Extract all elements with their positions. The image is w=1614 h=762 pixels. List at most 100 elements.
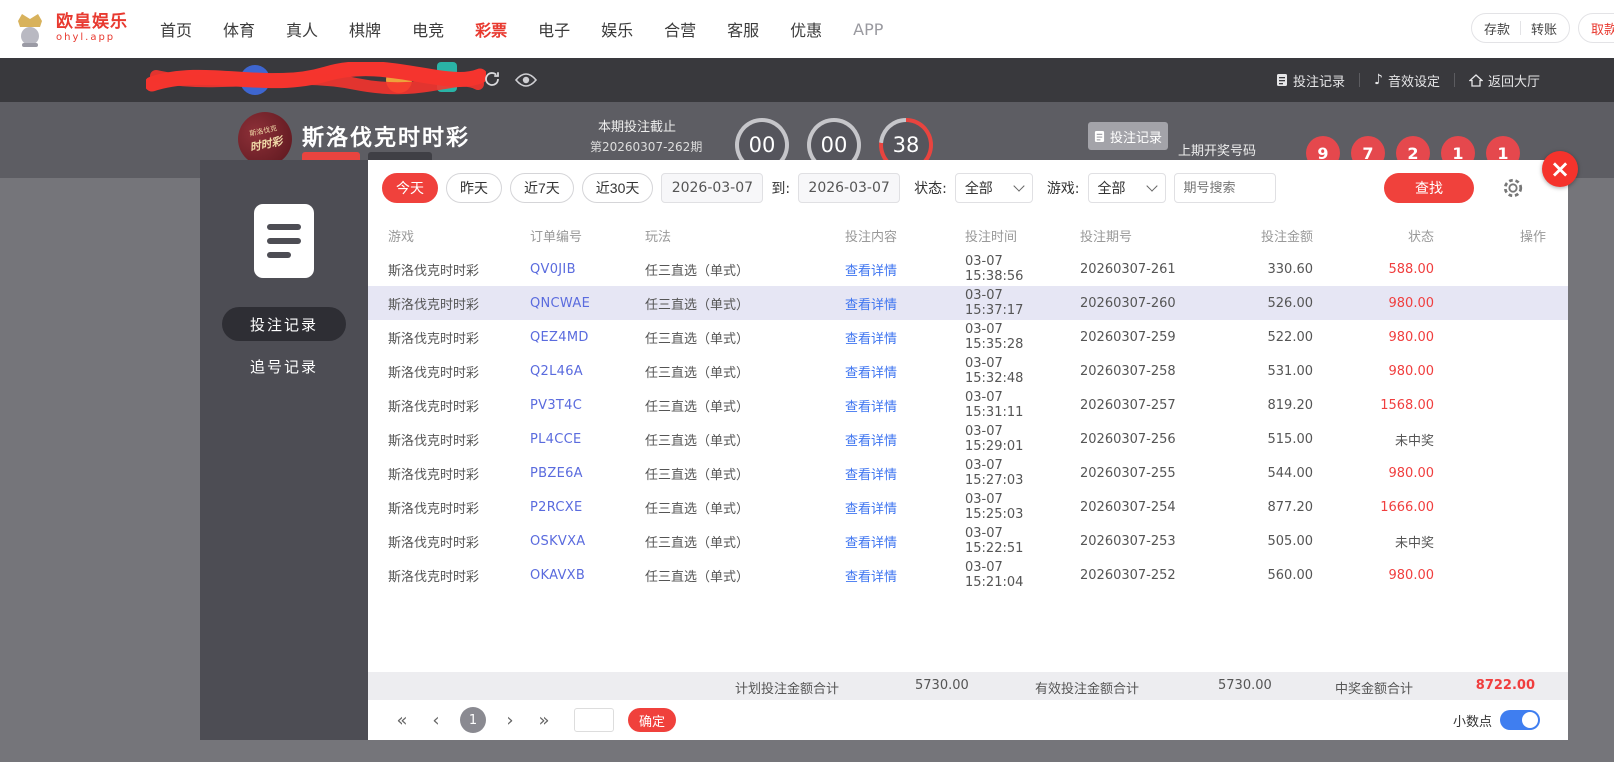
cell-play-type: 任三直选（单式） bbox=[645, 365, 750, 381]
nav-item[interactable]: APP bbox=[853, 20, 883, 39]
modal-main: 今天 昨天 近7天 近30天 到: 状态: 全部 bbox=[368, 160, 1568, 740]
refresh-icon[interactable] bbox=[483, 70, 501, 88]
current-page-badge[interactable]: 1 bbox=[460, 707, 486, 733]
records-table: 游戏 订单编号 玩法 投注内容 投注时间 投注期号 投注金额 状态 操作 斯洛伐… bbox=[368, 218, 1568, 592]
quick-date-chip[interactable]: 近30天 bbox=[581, 173, 654, 203]
cell-status: 980.00 bbox=[1388, 329, 1435, 345]
date-from-input[interactable] bbox=[661, 173, 764, 203]
nav-item[interactable]: 电竞 bbox=[412, 17, 444, 41]
sidebar-item[interactable]: 投注记录 bbox=[222, 307, 346, 341]
search-button[interactable]: 查找 bbox=[1384, 173, 1474, 203]
cell-game: 斯洛伐克时时彩 bbox=[388, 535, 480, 551]
bet-record-button[interactable]: 投注记录 bbox=[1088, 122, 1168, 150]
cell-order-id[interactable]: Q2L46A bbox=[513, 364, 628, 379]
cell-order-id[interactable]: OSKVXA bbox=[513, 534, 628, 549]
pagination-bar: « ‹ 1 › » 确定 小数点 bbox=[368, 700, 1568, 740]
to-label: 到: bbox=[771, 181, 791, 197]
page-number-input[interactable] bbox=[574, 708, 614, 732]
cell-period: 20260307-261 bbox=[1080, 261, 1176, 277]
confirm-page-button[interactable]: 确定 bbox=[628, 708, 676, 732]
decimal-toggle[interactable] bbox=[1500, 710, 1540, 730]
view-details-link[interactable]: 查看详情 bbox=[828, 566, 948, 585]
cell-amount: 531.00 bbox=[1267, 363, 1314, 379]
prev-page-button[interactable]: ‹ bbox=[426, 710, 446, 731]
cell-status: 980.00 bbox=[1388, 567, 1435, 583]
cell-bet-time: 03-07 15:22:51 bbox=[965, 526, 1024, 556]
game-select[interactable]: 全部 bbox=[1087, 173, 1166, 203]
quick-date-chip[interactable]: 今天 bbox=[382, 173, 438, 203]
page: 欧皇娱乐 ohyl.app 首页 体育 真人 棋牌 电竞 彩票 电子 娱乐 合营 bbox=[0, 0, 1614, 762]
view-details-link[interactable]: 查看详情 bbox=[828, 396, 948, 415]
cell-amount: 522.00 bbox=[1267, 329, 1314, 345]
quick-date-chip[interactable]: 近7天 bbox=[510, 173, 574, 203]
period-search-input[interactable] bbox=[1173, 173, 1276, 203]
cell-bet-time: 03-07 15:32:48 bbox=[965, 356, 1024, 386]
plan-total-value: 5730.00 bbox=[915, 678, 969, 693]
cell-order-id[interactable]: QNCWAE bbox=[513, 296, 628, 311]
withdraw-button[interactable]: 取款 bbox=[1591, 19, 1614, 38]
date-to-input[interactable] bbox=[798, 173, 901, 203]
nav-item[interactable]: 电子 bbox=[538, 17, 570, 41]
view-details-link[interactable]: 查看详情 bbox=[828, 260, 948, 279]
cell-order-id[interactable]: QV0JIB bbox=[513, 262, 628, 277]
view-details-link[interactable]: 查看详情 bbox=[828, 498, 948, 517]
return-lobby-link[interactable]: 返回大厅 bbox=[1468, 71, 1540, 90]
bet-record-button-label: 投注记录 bbox=[1109, 130, 1162, 146]
gear-icon[interactable] bbox=[1502, 177, 1524, 199]
last-page-button[interactable]: » bbox=[534, 710, 554, 731]
table-row: 斯洛伐克时时彩 PBZE6A 任三直选（单式） 查看详情 03-07 15:27… bbox=[368, 456, 1568, 490]
cell-amount: 526.00 bbox=[1267, 295, 1314, 311]
cell-period: 20260307-252 bbox=[1080, 567, 1176, 583]
view-details-link[interactable]: 查看详情 bbox=[828, 532, 948, 551]
logo-subtitle: ohyl.app bbox=[56, 32, 116, 44]
cell-game: 斯洛伐克时时彩 bbox=[388, 467, 480, 483]
view-details-link[interactable]: 查看详情 bbox=[828, 430, 948, 449]
close-button[interactable]: × bbox=[1542, 151, 1578, 187]
cell-order-id[interactable]: QEZ4MD bbox=[513, 330, 628, 345]
nav-item[interactable]: 优惠 bbox=[790, 17, 822, 41]
nav-item[interactable]: 合营 bbox=[664, 17, 696, 41]
nav-item[interactable]: 体育 bbox=[223, 17, 255, 41]
column-header: 投注期号 bbox=[1080, 229, 1133, 245]
divider bbox=[1359, 73, 1361, 87]
view-details-link[interactable]: 查看详情 bbox=[828, 464, 948, 483]
first-page-button[interactable]: « bbox=[392, 710, 412, 731]
cell-period: 20260307-256 bbox=[1080, 431, 1176, 447]
nav-item[interactable]: 真人 bbox=[286, 17, 318, 41]
column-header: 游戏 bbox=[388, 229, 415, 245]
sound-settings-link[interactable]: ♪ 音效设定 bbox=[1374, 71, 1440, 90]
logo[interactable]: 欧皇娱乐 ohyl.app bbox=[10, 7, 128, 49]
nav-item[interactable]: 棋牌 bbox=[349, 17, 381, 41]
deadline-label: 本期投注截止 bbox=[598, 120, 677, 135]
cell-order-id[interactable]: PL4CCE bbox=[513, 432, 628, 447]
return-lobby-label: 返回大厅 bbox=[1487, 74, 1540, 90]
table-row: 斯洛伐克时时彩 QV0JIB 任三直选（单式） 查看详情 03-07 15:38… bbox=[368, 252, 1568, 286]
view-details-link[interactable]: 查看详情 bbox=[828, 328, 948, 347]
cell-order-id[interactable]: OKAVXB bbox=[513, 568, 628, 583]
view-details-link[interactable]: 查看详情 bbox=[828, 294, 948, 313]
wallet-buttons: 存款 转账 取款 bbox=[1470, 13, 1614, 43]
bet-records-label: 投注记录 bbox=[1293, 74, 1346, 90]
cell-bet-time: 03-07 15:29:01 bbox=[965, 424, 1024, 454]
bet-records-link[interactable]: 投注记录 bbox=[1276, 71, 1345, 90]
status-select[interactable]: 全部 bbox=[954, 173, 1033, 203]
nav-item[interactable]: 客服 bbox=[727, 17, 759, 41]
cell-order-id[interactable]: PBZE6A bbox=[513, 466, 628, 481]
view-details-link[interactable]: 查看详情 bbox=[828, 362, 948, 381]
quick-date-chip[interactable]: 昨天 bbox=[446, 173, 502, 203]
nav-item[interactable]: 彩票 bbox=[475, 17, 507, 41]
current-period-label: 第20260307-262期 bbox=[590, 140, 703, 154]
deposit-button[interactable]: 存款 bbox=[1484, 19, 1510, 38]
cell-bet-time: 03-07 15:25:03 bbox=[965, 492, 1024, 522]
transfer-button[interactable]: 转账 bbox=[1531, 19, 1557, 38]
document-icon bbox=[1094, 130, 1105, 142]
nav-item[interactable]: 首页 bbox=[160, 17, 192, 41]
cell-order-id[interactable]: PV3T4C bbox=[513, 398, 628, 413]
cell-play-type: 任三直选（单式） bbox=[645, 501, 750, 517]
next-page-button[interactable]: › bbox=[500, 710, 520, 731]
chevron-down-icon bbox=[1013, 180, 1025, 192]
eye-icon[interactable] bbox=[514, 72, 538, 88]
nav-item[interactable]: 娱乐 bbox=[601, 17, 633, 41]
sidebar-item[interactable]: 追号记录 bbox=[222, 349, 346, 383]
cell-order-id[interactable]: P2RCXE bbox=[513, 500, 628, 515]
